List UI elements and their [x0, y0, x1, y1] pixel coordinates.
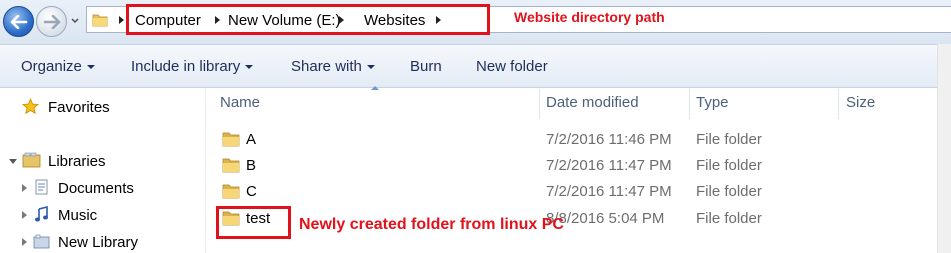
folder-icon [222, 184, 240, 199]
folder-icon [222, 158, 240, 173]
recent-pages-dropdown-icon[interactable] [70, 15, 80, 27]
new-folder-button[interactable]: New folder [476, 58, 548, 75]
column-header-date-modified[interactable]: Date modified [546, 94, 639, 111]
star-icon [22, 98, 39, 115]
share-with-button[interactable]: Share with [291, 58, 375, 75]
breadcrumb-separator-icon[interactable] [119, 16, 124, 24]
back-button[interactable] [3, 6, 34, 37]
file-date: 7/2/2016 11:46 PM [546, 131, 672, 148]
file-row-a[interactable]: A 7/2/2016 11:46 PM File folder [206, 127, 951, 153]
column-header-size[interactable]: Size [846, 94, 875, 111]
nav-music[interactable]: Music [58, 207, 97, 224]
column-divider[interactable] [689, 89, 690, 119]
column-header-type[interactable]: Type [696, 94, 729, 111]
file-row-c[interactable]: C 7/2/2016 11:47 PM File folder [206, 179, 951, 205]
file-type: File folder [696, 157, 762, 174]
include-in-library-button[interactable]: Include in library [131, 58, 254, 75]
back-arrow-icon [10, 14, 27, 29]
expand-music-icon[interactable] [22, 211, 27, 219]
forward-arrow-icon [43, 14, 60, 29]
include-in-library-label: Include in library [131, 58, 241, 75]
path-highlight-box [126, 4, 490, 35]
collapse-libraries-icon[interactable] [9, 159, 17, 164]
music-icon [35, 206, 48, 222]
chevron-down-icon [245, 65, 254, 70]
share-with-label: Share with [291, 58, 362, 75]
folder-icon [222, 132, 240, 147]
organize-label: Organize [21, 58, 82, 75]
nav-libraries[interactable]: Libraries [48, 153, 106, 170]
column-divider[interactable] [838, 89, 839, 119]
expand-new-library-icon[interactable] [22, 238, 27, 246]
new-folder-highlight-box [216, 206, 291, 239]
address-bar-area: Computer New Volume (E:) Websites Websit… [0, 0, 951, 44]
vertical-scrollbar[interactable] [937, 44, 951, 253]
file-type: File folder [696, 131, 762, 148]
path-annotation: Website directory path [514, 9, 665, 25]
nav-new-library[interactable]: New Library [58, 234, 138, 251]
chevron-down-icon [366, 65, 375, 70]
navigation-pane: Favorites Libraries Documents Music New … [0, 89, 205, 253]
file-type: File folder [696, 183, 762, 200]
nav-documents[interactable]: Documents [58, 180, 134, 197]
file-name[interactable]: B [246, 157, 256, 174]
file-name[interactable]: A [246, 131, 256, 148]
file-date: 7/2/2016 11:47 PM [546, 183, 672, 200]
libraries-icon [22, 152, 41, 168]
column-header-name[interactable]: Name [220, 94, 260, 111]
file-date: 7/2/2016 11:47 PM [546, 157, 672, 174]
expand-documents-icon[interactable] [22, 184, 27, 192]
library-icon [33, 234, 50, 249]
chevron-down-icon [86, 65, 95, 70]
file-row-b[interactable]: B 7/2/2016 11:47 PM File folder [206, 153, 951, 179]
folder-icon [92, 14, 108, 27]
documents-icon [35, 179, 48, 195]
file-name[interactable]: C [246, 183, 257, 200]
forward-button[interactable] [36, 6, 67, 37]
burn-button[interactable]: Burn [410, 58, 442, 75]
new-folder-annotation: Newly created folder from linux PC [299, 216, 564, 233]
organize-button[interactable]: Organize [21, 58, 95, 75]
nav-favorites[interactable]: Favorites [48, 99, 110, 116]
command-bar: Organize Include in library Share with B… [0, 44, 951, 88]
column-divider[interactable] [539, 89, 540, 119]
sort-ascending-icon [371, 86, 379, 90]
file-type: File folder [696, 210, 762, 227]
